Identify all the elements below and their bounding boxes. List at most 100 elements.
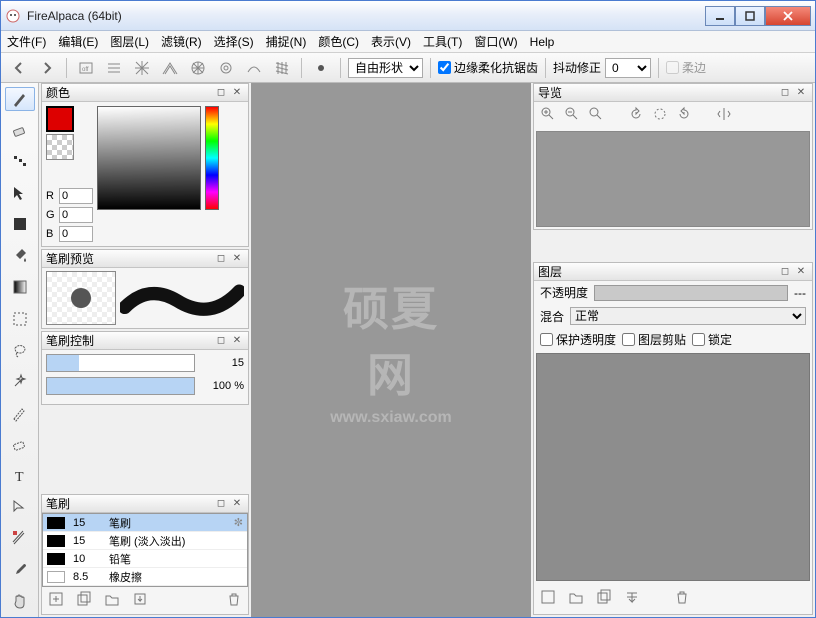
close-panel-icon[interactable]: ✕ — [230, 334, 244, 348]
menu-color[interactable]: 颜色(C) — [318, 33, 359, 50]
clipping-checkbox[interactable]: 图层剪贴 — [622, 331, 686, 348]
color-field[interactable] — [97, 106, 201, 210]
soft-edge-checkbox[interactable]: 柔边 — [666, 59, 706, 76]
shape-mode-select[interactable]: 自由形状 — [348, 58, 423, 78]
undock-icon[interactable]: ◻ — [214, 497, 228, 511]
menu-tool[interactable]: 工具(T) — [423, 33, 462, 50]
snap-vanish-icon[interactable] — [158, 57, 182, 79]
menu-help[interactable]: Help — [530, 35, 555, 49]
background-color-swatch[interactable] — [46, 134, 74, 160]
brush-opacity-slider[interactable] — [46, 377, 195, 395]
close-panel-icon[interactable]: ✕ — [794, 265, 808, 279]
brush-control-panel: 笔刷控制 ◻ ✕ 15 100 % — [41, 331, 249, 405]
menu-file[interactable]: 文件(F) — [7, 33, 46, 50]
magic-wand-tool[interactable] — [5, 370, 35, 394]
zoom-in-icon[interactable] — [540, 106, 556, 125]
minimize-button[interactable] — [705, 6, 735, 26]
eraser-tool[interactable] — [5, 118, 35, 142]
antialias-checkbox[interactable]: 边缘柔化抗锯齿 — [438, 59, 538, 76]
window-title: FireAlpaca (64bit) — [27, 9, 705, 23]
titlebar[interactable]: FireAlpaca (64bit) — [1, 1, 815, 31]
snap-curve-icon[interactable] — [242, 57, 266, 79]
b-input[interactable] — [59, 226, 93, 242]
delete-brush-icon[interactable] — [226, 591, 242, 610]
lock-checkbox[interactable]: 锁定 — [692, 331, 732, 348]
snap-grid-icon[interactable] — [270, 57, 294, 79]
fill-tool[interactable] — [5, 213, 35, 237]
snap-parallel-icon[interactable] — [102, 57, 126, 79]
nav-prev-icon[interactable] — [7, 57, 31, 79]
flip-icon[interactable] — [716, 106, 732, 125]
layer-list[interactable] — [536, 353, 810, 581]
menu-edit[interactable]: 编辑(E) — [58, 33, 98, 50]
gradient-tool[interactable] — [5, 275, 35, 299]
duplicate-brush-icon[interactable] — [76, 591, 92, 610]
blend-mode-select[interactable]: 正常 — [570, 307, 806, 325]
undock-icon[interactable]: ◻ — [214, 86, 228, 100]
delete-layer-icon[interactable] — [674, 589, 690, 608]
menu-window[interactable]: 窗口(W) — [474, 33, 517, 50]
brush-list-item[interactable]: 15笔刷✼ — [43, 514, 247, 532]
divide-tool[interactable] — [5, 527, 35, 551]
undock-icon[interactable]: ◻ — [778, 265, 792, 279]
close-button[interactable] — [765, 6, 811, 26]
text-tool[interactable]: T — [5, 464, 35, 488]
snap-circle-icon[interactable] — [214, 57, 238, 79]
lasso-tool[interactable] — [5, 338, 35, 362]
jitter-select[interactable]: 0 — [605, 58, 651, 78]
folder-brush-icon[interactable] — [104, 591, 120, 610]
new-folder-icon[interactable] — [568, 589, 584, 608]
zoom-out-icon[interactable] — [564, 106, 580, 125]
g-input[interactable] — [59, 207, 93, 223]
menu-filter[interactable]: 滤镜(R) — [161, 33, 202, 50]
dot-tool[interactable] — [5, 150, 35, 174]
hue-slider[interactable] — [205, 106, 219, 210]
rotate-left-icon[interactable] — [628, 106, 644, 125]
close-panel-icon[interactable]: ✕ — [794, 86, 808, 100]
merge-layer-icon[interactable] — [624, 589, 640, 608]
menu-layer[interactable]: 图层(L) — [110, 33, 149, 50]
menu-view[interactable]: 表示(V) — [371, 33, 411, 50]
select-erase-tool[interactable] — [5, 432, 35, 456]
bucket-tool[interactable] — [5, 244, 35, 268]
r-input[interactable] — [59, 188, 93, 204]
select-rect-tool[interactable] — [5, 307, 35, 331]
import-brush-icon[interactable] — [132, 591, 148, 610]
menu-select[interactable]: 选择(S) — [214, 33, 254, 50]
new-layer-icon[interactable] — [540, 589, 556, 608]
brush-tool[interactable] — [5, 87, 35, 111]
rotate-reset-icon[interactable] — [652, 106, 668, 125]
rotate-right-icon[interactable] — [676, 106, 692, 125]
duplicate-layer-icon[interactable] — [596, 589, 612, 608]
undock-icon[interactable]: ◻ — [214, 334, 228, 348]
close-panel-icon[interactable]: ✕ — [230, 86, 244, 100]
select-pen-tool[interactable] — [5, 401, 35, 425]
brush-size-slider[interactable] — [46, 354, 195, 372]
zoom-fit-icon[interactable] — [588, 106, 604, 125]
layer-opacity-slider[interactable] — [594, 285, 788, 301]
protect-alpha-checkbox[interactable]: 保护透明度 — [540, 331, 616, 348]
snap-crisscross-icon[interactable] — [130, 57, 154, 79]
navigator-preview[interactable] — [536, 131, 810, 227]
shape-dot-icon[interactable] — [309, 57, 333, 79]
brush-list-item[interactable]: 10铅笔 — [43, 550, 247, 568]
menu-capture[interactable]: 捕捉(N) — [266, 33, 307, 50]
foreground-color-swatch[interactable] — [46, 106, 74, 132]
brush-list[interactable]: 15笔刷✼15笔刷 (淡入淡出)10铅笔8.5橡皮擦 — [42, 513, 248, 587]
object-tool[interactable] — [5, 495, 35, 519]
move-tool[interactable] — [5, 181, 35, 205]
snap-radial-icon[interactable] — [186, 57, 210, 79]
undock-icon[interactable]: ◻ — [214, 252, 228, 266]
close-panel-icon[interactable]: ✕ — [230, 497, 244, 511]
hand-tool[interactable] — [5, 590, 35, 614]
eyedropper-tool[interactable] — [5, 558, 35, 582]
brush-list-item[interactable]: 8.5橡皮擦 — [43, 568, 247, 586]
canvas-area[interactable]: 硕夏网 www.sxiaw.com — [251, 83, 531, 617]
close-panel-icon[interactable]: ✕ — [230, 252, 244, 266]
snap-off-icon[interactable]: off — [74, 57, 98, 79]
brush-list-item[interactable]: 15笔刷 (淡入淡出) — [43, 532, 247, 550]
add-brush-icon[interactable] — [48, 591, 64, 610]
nav-next-icon[interactable] — [35, 57, 59, 79]
maximize-button[interactable] — [735, 6, 765, 26]
undock-icon[interactable]: ◻ — [778, 86, 792, 100]
